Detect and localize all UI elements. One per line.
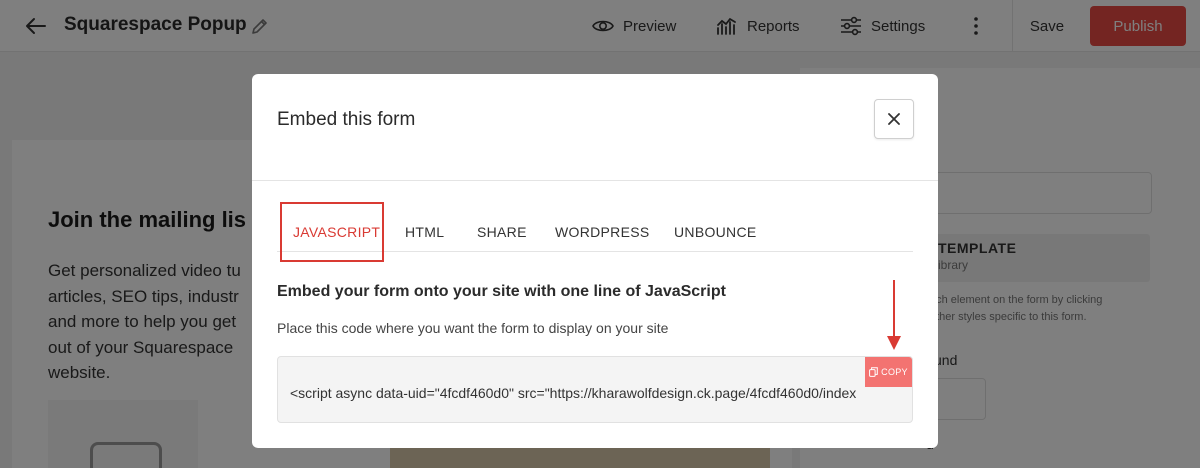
- tab-html[interactable]: HTML: [405, 224, 444, 240]
- embed-heading: Embed your form onto your site with one …: [277, 283, 726, 300]
- copy-button[interactable]: COPY: [865, 357, 912, 387]
- close-button[interactable]: [874, 99, 914, 139]
- embed-code[interactable]: <script async data-uid="4fcdf460d0" src=…: [290, 385, 856, 401]
- embed-code-box[interactable]: <script async data-uid="4fcdf460d0" src=…: [277, 356, 913, 423]
- tab-share[interactable]: SHARE: [477, 224, 527, 240]
- modal-title: Embed this form: [277, 109, 416, 130]
- tab-wordpress[interactable]: WORDPRESS: [555, 224, 650, 240]
- tab-unbounce[interactable]: UNBOUNCE: [674, 224, 757, 240]
- embed-form-modal: Embed this form JAVASCRIPT HTML SHARE WO…: [252, 74, 938, 448]
- close-icon: [888, 113, 900, 125]
- arrow-down-icon: [887, 280, 901, 350]
- tab-javascript[interactable]: JAVASCRIPT: [293, 224, 380, 240]
- copy-icon: [869, 367, 878, 377]
- embed-tabs: JAVASCRIPT HTML SHARE WORDPRESS UNBOUNCE: [277, 202, 913, 262]
- copy-label: COPY: [881, 367, 908, 377]
- modal-divider: [252, 180, 938, 181]
- embed-description: Place this code where you want the form …: [277, 320, 669, 336]
